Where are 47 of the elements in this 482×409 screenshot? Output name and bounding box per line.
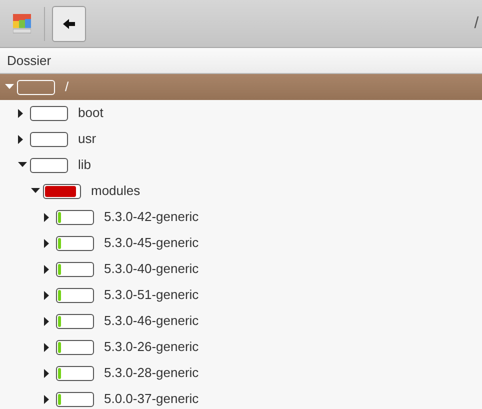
usage-bar [17, 80, 55, 94]
tree-row[interactable]: 5.0.0-37-generic [0, 386, 482, 409]
expand-arrow-icon[interactable] [44, 264, 50, 274]
tree-row[interactable]: usr [0, 126, 482, 152]
folder-name: boot [78, 104, 104, 122]
expand-arrow-icon[interactable] [44, 394, 50, 404]
folder-name: modules [91, 182, 140, 200]
tree-row[interactable]: 5.3.0-45-generic [0, 230, 482, 256]
folder-name: 5.3.0-40-generic [104, 260, 199, 278]
expand-arrow-icon[interactable] [44, 290, 50, 300]
tree-row[interactable]: / [0, 74, 482, 100]
tree-row[interactable]: 5.3.0-28-generic [0, 360, 482, 386]
usage-bar [30, 106, 68, 120]
collapse-arrow-icon[interactable] [31, 188, 40, 194]
back-arrow-icon [62, 18, 74, 28]
expand-arrow-icon[interactable] [44, 342, 50, 352]
expand-arrow-icon[interactable] [44, 238, 50, 248]
tree-row[interactable]: 5.3.0-51-generic [0, 282, 482, 308]
usage-bar [30, 158, 68, 172]
folder-name: usr [78, 130, 96, 148]
tree-row[interactable]: modules [0, 178, 482, 204]
expand-arrow-icon[interactable] [44, 316, 50, 326]
folder-name: lib [78, 156, 92, 174]
expand-arrow-icon[interactable] [44, 212, 50, 222]
folder-name: 5.3.0-42-generic [104, 208, 199, 226]
folder-name: 5.3.0-28-generic [104, 364, 199, 382]
column-header[interactable]: Dossier [7, 53, 52, 68]
usage-bar [30, 132, 68, 146]
folder-name: 5.0.0-37-generic [104, 390, 199, 408]
expand-arrow-icon[interactable] [18, 134, 24, 144]
expand-arrow-icon[interactable] [44, 368, 50, 378]
tree-row[interactable]: 5.3.0-26-generic [0, 334, 482, 360]
folder-name: 5.3.0-26-generic [104, 338, 199, 356]
disk-usage-icon[interactable] [13, 14, 31, 34]
folder-name: 5.3.0-51-generic [104, 286, 199, 304]
folder-name: 5.3.0-45-generic [104, 234, 199, 252]
path-label: / [474, 14, 479, 34]
tree-row[interactable]: 5.3.0-46-generic [0, 308, 482, 334]
tree-row[interactable]: 5.3.0-42-generic [0, 204, 482, 230]
expand-arrow-icon[interactable] [18, 108, 24, 118]
collapse-arrow-icon[interactable] [18, 162, 27, 168]
tree-row[interactable]: 5.3.0-40-generic [0, 256, 482, 282]
back-button[interactable] [52, 6, 86, 42]
tree-row[interactable]: boot [0, 100, 482, 126]
folder-name: / [65, 78, 69, 96]
tree-row[interactable]: lib [0, 152, 482, 178]
folder-name: 5.3.0-46-generic [104, 312, 199, 330]
